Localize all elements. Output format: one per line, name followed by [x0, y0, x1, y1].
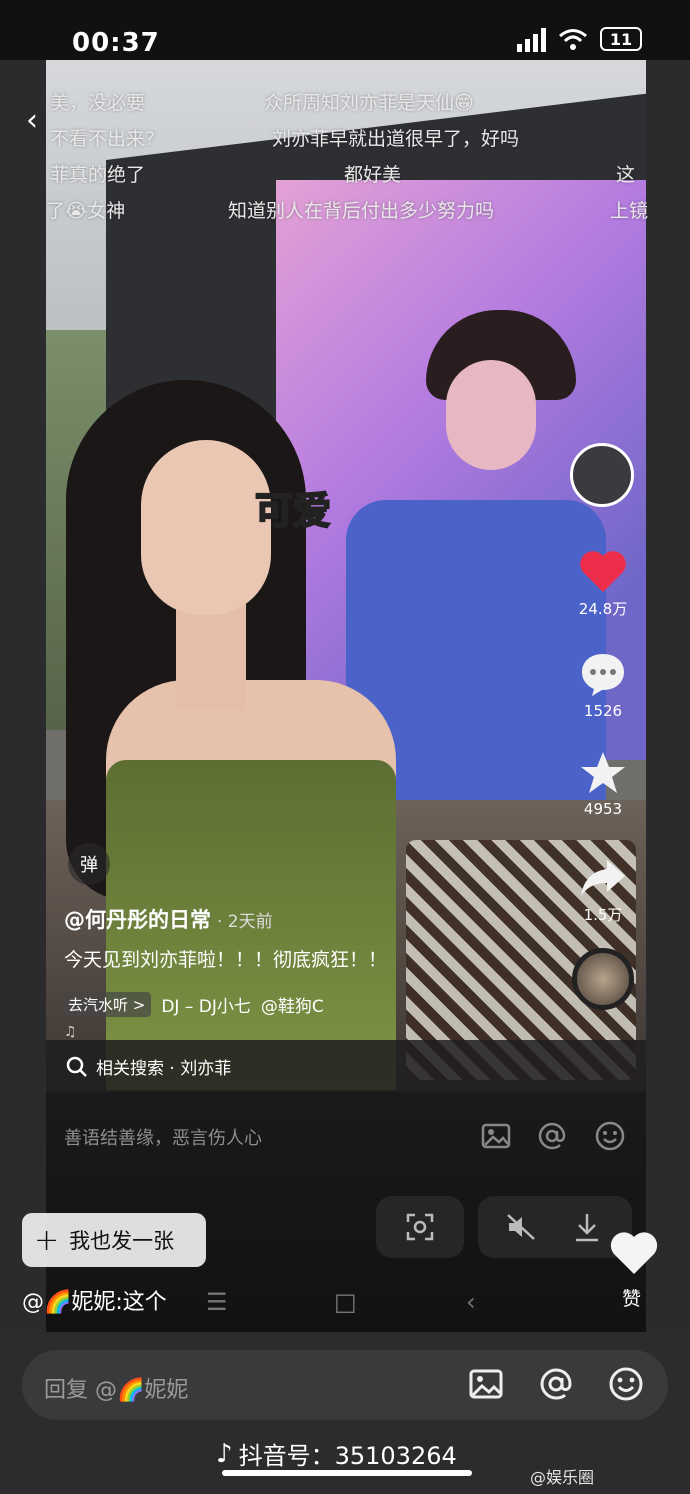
screenshot-frame: 00:37 11 美，没必要 众所周知刘亦菲是天仙😁 不看不出来? 刘亦菲早就出…	[0, 0, 690, 1494]
woman-face	[141, 440, 271, 615]
scan-button[interactable]	[376, 1196, 464, 1258]
search-icon	[66, 1056, 87, 1077]
music-row[interactable]: 去汽水听 > DJ – DJ小七 @鞋狗C	[62, 992, 324, 1017]
danmaku-comment: 知道别人在背后付出多少努力吗	[228, 200, 495, 222]
share-count: 1.5万	[583, 906, 623, 924]
post-time: · 2天前	[217, 912, 273, 932]
weibo-watermark: @娱乐圈	[530, 1468, 595, 1487]
author-handle[interactable]: @何丹彤的日常	[64, 908, 211, 932]
post-also-button[interactable]: + 我也发一张	[22, 1213, 206, 1267]
heart-outline-icon[interactable]	[608, 1228, 660, 1276]
music-tag[interactable]: 去汽水听 >	[62, 992, 152, 1017]
mention-icon[interactable]	[538, 1366, 574, 1402]
comment-icon	[582, 654, 624, 696]
video-caption: 今天见到刘亦菲啦！！！彻底疯狂！！	[64, 949, 388, 971]
screen-portrait-face	[446, 360, 536, 470]
status-bar: 00:37 11	[0, 0, 690, 60]
douyin-id-text: 抖音号：35103264	[238, 1442, 457, 1470]
right-margin	[646, 0, 690, 1340]
post-also-label: 我也发一张	[69, 1229, 175, 1253]
wifi-icon	[559, 29, 587, 50]
danmaku-toggle-button[interactable]: 弹	[68, 843, 110, 885]
reply-target-comment: @🌈妮妮:这个	[22, 1290, 167, 1315]
image-icon[interactable]	[468, 1366, 504, 1402]
nav-home-icon[interactable]: □	[334, 1288, 357, 1316]
share-action[interactable]: 1.5万	[568, 856, 638, 925]
favorite-action[interactable]: 4953	[568, 750, 638, 818]
author-avatar[interactable]	[570, 443, 634, 507]
music-note-icon: ♫	[64, 1024, 77, 1040]
star-icon	[581, 752, 625, 793]
emoji-icon[interactable]	[594, 1120, 626, 1152]
back-arrow-icon[interactable]: ‹	[26, 106, 50, 136]
nav-back-icon[interactable]: ‹	[466, 1288, 476, 1316]
author-name[interactable]: @何丹彤的日常 · 2天前	[64, 904, 273, 934]
douyin-logo-icon: ♪	[216, 1438, 233, 1469]
woman-neck	[176, 600, 246, 710]
related-search-bar[interactable]: 相关搜索 · 刘亦菲	[46, 1040, 646, 1092]
like-label[interactable]: 赞	[622, 1284, 641, 1311]
heart-icon	[580, 551, 626, 592]
recording-timer: 00:37	[72, 28, 160, 58]
danmaku-comment: 上镜	[610, 200, 649, 222]
danmaku-comment: 美，没必要	[50, 92, 146, 114]
comment-action[interactable]: 1526	[568, 650, 638, 720]
left-margin	[0, 0, 46, 1340]
video-sticker: 可爱	[254, 488, 332, 534]
emoji-icon[interactable]	[608, 1366, 644, 1402]
danmaku-comment: 这	[616, 164, 636, 186]
mute-icon[interactable]	[506, 1213, 536, 1241]
comment-input-hint[interactable]: 善语结善缘，恶言伤人心	[64, 1124, 262, 1150]
battery-indicator: 11	[600, 27, 642, 51]
danmaku-comment: 都好美	[344, 164, 402, 186]
danmaku-comment: 菲真的绝了	[50, 164, 146, 186]
music-disc[interactable]	[572, 948, 634, 1010]
danmaku-comment: 刘亦菲早就出道很早了，好吗	[272, 128, 520, 150]
danmaku-comment: 不看不出来?	[50, 128, 156, 150]
comment-count: 1526	[583, 702, 623, 720]
music-author: @鞋狗C	[260, 997, 324, 1017]
douyin-id: ♪ 抖音号：35103264	[216, 1436, 457, 1471]
home-indicator[interactable]	[222, 1470, 472, 1476]
music-title: DJ – DJ小七	[161, 997, 251, 1017]
danmaku-comment: 众所周知刘亦菲是天仙😁	[264, 92, 474, 114]
danmaku-comment: 了😭女神	[46, 200, 126, 222]
plus-icon: +	[34, 1222, 60, 1258]
nav-menu-icon[interactable]: ☰	[206, 1288, 228, 1316]
status-icons: 11	[517, 26, 642, 52]
favorite-count: 4953	[583, 800, 623, 818]
related-search-label: 相关搜索 · 刘亦菲	[96, 1059, 232, 1079]
mention-icon[interactable]	[536, 1120, 568, 1152]
download-icon[interactable]	[574, 1212, 600, 1242]
scan-icon	[406, 1213, 434, 1241]
reply-placeholder: 回复 @🌈妮妮	[44, 1378, 189, 1403]
signal-icon	[517, 26, 546, 52]
like-count: 24.8万	[578, 600, 628, 618]
share-arrow-icon	[581, 860, 625, 896]
image-icon[interactable]	[480, 1120, 512, 1152]
like-action[interactable]: 24.8万	[568, 548, 638, 619]
